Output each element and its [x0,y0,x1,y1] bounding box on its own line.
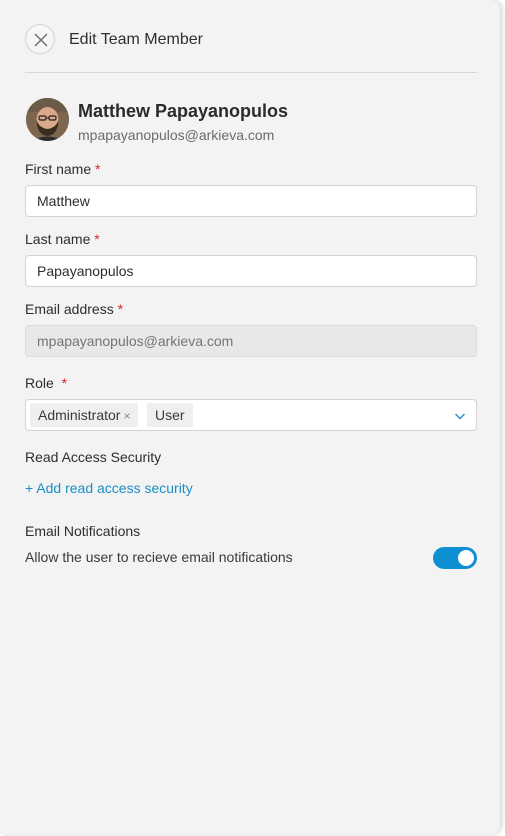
chevron-down-icon[interactable] [454,410,466,422]
toggle-knob [458,550,474,566]
first-name-label-text: First name [25,161,92,177]
close-icon [34,33,48,47]
role-label-text: Role [25,375,54,391]
role-tag-label: User [155,407,185,423]
close-button[interactable] [25,24,55,54]
add-read-access-link[interactable]: + Add read access security [25,480,193,496]
role-label: Role * [25,375,67,391]
edit-team-member-panel: Edit Team Member Matthew Papayanopulos m… [0,0,500,834]
member-name: Matthew Papayanopulos [78,101,289,121]
required-mark: * [117,301,124,317]
first-name-label: First name * [25,161,100,177]
remove-tag-icon[interactable]: × [123,404,130,428]
role-tag-label: Administrator [38,407,121,423]
avatar-image [26,98,69,141]
header-divider [25,72,477,73]
role-select[interactable]: Administrator × User [25,399,477,431]
email-notifications-title: Email Notifications [25,523,141,539]
required-mark: * [94,231,100,247]
required-mark: * [95,161,101,177]
email-input [25,325,477,357]
email-notifications-description: Allow the user to recieve email notifica… [25,549,293,565]
role-tag-administrator: Administrator × [30,403,139,428]
read-access-title: Read Access Security [25,449,162,465]
member-email: mpapayanopulos@arkieva.com [78,127,275,143]
first-name-input[interactable] [25,185,477,217]
panel-header: Edit Team Member [25,24,477,56]
required-mark: * [61,375,68,391]
last-name-label: Last name * [25,231,100,247]
last-name-label-text: Last name [25,231,91,247]
last-name-input[interactable] [25,255,477,287]
email-notifications-toggle[interactable] [433,547,477,569]
panel-title: Edit Team Member [69,31,203,48]
role-tag-user: User [147,403,193,427]
email-label: Email address * [25,301,123,317]
avatar [26,98,69,141]
email-label-text: Email address [25,301,114,317]
